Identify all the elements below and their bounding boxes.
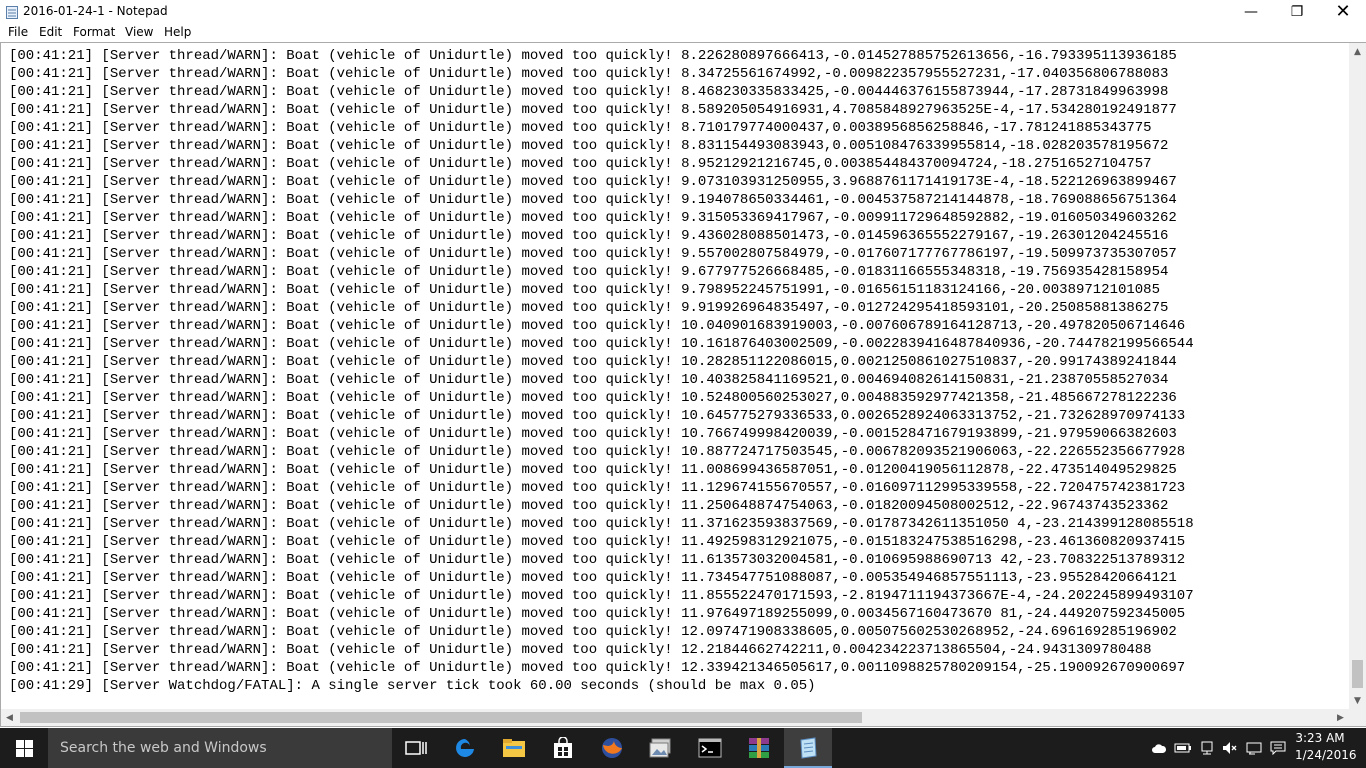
network-tray-button[interactable] (1196, 728, 1218, 768)
notifications-tray-button[interactable] (1267, 728, 1289, 768)
edge-icon (456, 739, 474, 757)
file-explorer-icon (503, 739, 525, 757)
close-button[interactable]: ✕ (1320, 0, 1366, 23)
log-line: [00:41:21] [Server thread/WARN]: Boat (v… (9, 660, 1186, 676)
log-line: [00:41:21] [Server thread/WARN]: Boat (v… (9, 480, 1186, 496)
volume-muted-icon (1223, 742, 1237, 754)
vertical-scrollbar[interactable]: ▲ ▼ (1349, 43, 1366, 709)
text-editor[interactable]: [00:41:21] [Server thread/WARN]: Boat (v… (0, 42, 1366, 727)
menu-help[interactable]: Help (164, 25, 191, 39)
window-title: 2016-01-24-1 - Notepad (23, 4, 168, 18)
horizontal-scrollbar[interactable]: ◀ ▶ (1, 709, 1349, 726)
notepad-app-icon (6, 4, 18, 19)
log-line: [00:41:21] [Server thread/WARN]: Boat (v… (9, 318, 1186, 334)
store-button[interactable] (539, 728, 587, 768)
text-content[interactable]: [00:41:21] [Server thread/WARN]: Boat (v… (9, 47, 1339, 713)
log-line: [00:41:21] [Server thread/WARN]: Boat (v… (9, 516, 1194, 532)
winrar-icon (749, 738, 769, 758)
task-view-icon (405, 741, 427, 755)
log-line: [00:41:21] [Server thread/WARN]: Boat (v… (9, 228, 1169, 244)
menu-bar: File Edit Format View Help (0, 23, 1366, 43)
log-line: [00:41:21] [Server thread/WARN]: Boat (v… (9, 372, 1169, 388)
log-line: [00:41:21] [Server thread/WARN]: Boat (v… (9, 426, 1177, 442)
log-line: [00:41:21] [Server thread/WARN]: Boat (v… (9, 48, 1177, 64)
system-clock[interactable]: 3:23 AM 1/24/2016 (1295, 730, 1357, 764)
log-line: [00:41:21] [Server thread/WARN]: Boat (v… (9, 102, 1177, 118)
log-line: [00:41:21] [Server thread/WARN]: Boat (v… (9, 156, 1152, 172)
vertical-scroll-thumb[interactable] (1352, 660, 1363, 688)
menu-file[interactable]: File (8, 25, 28, 39)
search-box[interactable]: Search the web and Windows (48, 728, 392, 768)
log-line: [00:41:21] [Server thread/WARN]: Boat (v… (9, 606, 1186, 622)
log-line: [00:41:21] [Server thread/WARN]: Boat (v… (9, 588, 1194, 604)
scroll-left-arrow-icon[interactable]: ◀ (1, 709, 18, 726)
store-icon (554, 737, 572, 758)
log-line: [00:41:21] [Server thread/WARN]: Boat (v… (9, 66, 1169, 82)
log-line: [00:41:21] [Server thread/WARN]: Boat (v… (9, 444, 1186, 460)
log-line: [00:41:29] [Server Watchdog/FATAL]: A si… (9, 678, 816, 694)
notepad-taskbar-button[interactable] (784, 728, 832, 768)
volume-tray-button[interactable] (1219, 728, 1241, 768)
clock-date: 1/24/2016 (1295, 748, 1357, 762)
firefox-icon (602, 738, 622, 758)
scroll-up-arrow-icon[interactable]: ▲ (1349, 43, 1366, 60)
log-line: [00:41:21] [Server thread/WARN]: Boat (v… (9, 264, 1169, 280)
log-line: [00:41:21] [Server thread/WARN]: Boat (v… (9, 210, 1177, 226)
search-placeholder: Search the web and Windows (60, 740, 267, 756)
action-center-icon (1270, 741, 1286, 755)
log-line: [00:41:21] [Server thread/WARN]: Boat (v… (9, 552, 1186, 568)
photos-button[interactable] (637, 728, 685, 768)
scrollbar-corner (1349, 709, 1366, 726)
menu-format[interactable]: Format (73, 25, 115, 39)
battery-icon (1174, 743, 1191, 753)
cloud-icon (1152, 744, 1167, 753)
battery-tray-button[interactable] (1172, 728, 1194, 768)
log-line: [00:41:21] [Server thread/WARN]: Boat (v… (9, 174, 1177, 190)
winrar-button[interactable] (735, 728, 783, 768)
log-line: [00:41:21] [Server thread/WARN]: Boat (v… (9, 84, 1169, 100)
title-bar: 2016-01-24-1 - Notepad — ❐ ✕ (0, 0, 1366, 23)
log-line: [00:41:21] [Server thread/WARN]: Boat (v… (9, 192, 1177, 208)
clock-time: 3:23 AM (1295, 731, 1345, 745)
log-line: [00:41:21] [Server thread/WARN]: Boat (v… (9, 246, 1177, 262)
command-prompt-icon (698, 738, 722, 758)
log-line: [00:41:21] [Server thread/WARN]: Boat (v… (9, 300, 1169, 316)
input-tray-button[interactable] (1243, 728, 1265, 768)
log-line: [00:41:21] [Server thread/WARN]: Boat (v… (9, 390, 1177, 406)
task-view-button[interactable] (392, 728, 440, 768)
command-prompt-button[interactable] (686, 728, 734, 768)
file-explorer-button[interactable] (490, 728, 538, 768)
log-line: [00:41:21] [Server thread/WARN]: Boat (v… (9, 138, 1169, 154)
minimize-button[interactable]: — (1228, 0, 1274, 23)
firefox-button[interactable] (588, 728, 636, 768)
log-line: [00:41:21] [Server thread/WARN]: Boat (v… (9, 642, 1152, 658)
log-line: [00:41:21] [Server thread/WARN]: Boat (v… (9, 570, 1177, 586)
keyboard-icon (1246, 742, 1262, 755)
taskbar: Search the web and Windows 3:23 AM 1/24/… (0, 728, 1366, 768)
log-line: [00:41:21] [Server thread/WARN]: Boat (v… (9, 624, 1177, 640)
log-line: [00:41:21] [Server thread/WARN]: Boat (v… (9, 336, 1194, 352)
windows-logo-icon (15, 739, 33, 757)
menu-edit[interactable]: Edit (39, 25, 62, 39)
maximize-button[interactable]: ❐ (1274, 0, 1320, 23)
onedrive-tray-button[interactable] (1148, 728, 1170, 768)
horizontal-scroll-thumb[interactable] (20, 712, 862, 723)
log-line: [00:41:21] [Server thread/WARN]: Boat (v… (9, 354, 1177, 370)
log-line: [00:41:21] [Server thread/WARN]: Boat (v… (9, 534, 1186, 550)
scroll-down-arrow-icon[interactable]: ▼ (1349, 692, 1366, 709)
log-line: [00:41:21] [Server thread/WARN]: Boat (v… (9, 462, 1177, 478)
log-line: [00:41:21] [Server thread/WARN]: Boat (v… (9, 282, 1160, 298)
photos-icon (649, 738, 671, 758)
log-line: [00:41:21] [Server thread/WARN]: Boat (v… (9, 498, 1169, 514)
scroll-right-arrow-icon[interactable]: ▶ (1332, 709, 1349, 726)
log-line: [00:41:21] [Server thread/WARN]: Boat (v… (9, 120, 1152, 136)
network-icon (1201, 741, 1213, 755)
edge-button[interactable] (441, 728, 489, 768)
notepad-icon (800, 737, 817, 759)
log-line: [00:41:21] [Server thread/WARN]: Boat (v… (9, 408, 1186, 424)
start-button[interactable] (0, 728, 48, 768)
menu-view[interactable]: View (125, 25, 153, 39)
